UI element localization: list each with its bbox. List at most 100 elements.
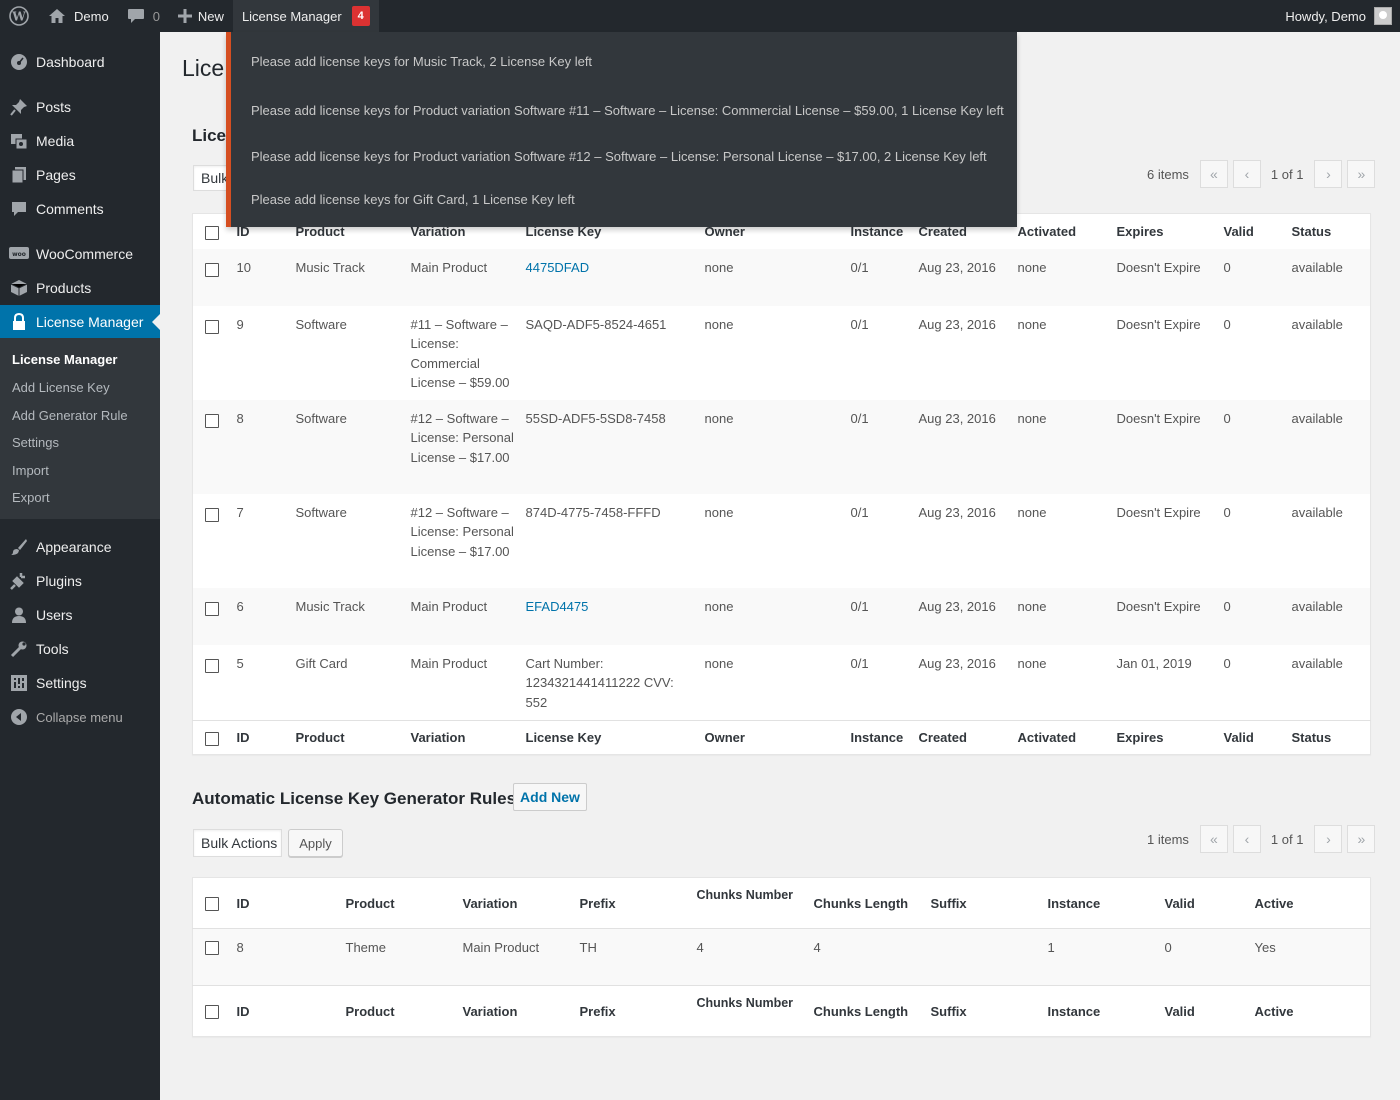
page-indicator: 1 of 1 [1270,831,1304,847]
new-content-link[interactable]: New [169,0,233,32]
bulk-actions-select[interactable]: Bulk Actions [193,829,282,857]
license-manager-menu[interactable]: License Manager 4 [232,0,379,32]
first-page-button[interactable]: « [1199,160,1228,188]
select-all-checkbox[interactable] [205,732,219,746]
license-instance: 0/1 [850,587,919,645]
row-checkbox[interactable] [205,658,219,673]
row-checkbox[interactable] [205,601,219,616]
column-header-chunks-number[interactable]: Chunks Number [697,878,814,929]
column-header-valid[interactable]: Valid [1224,214,1292,249]
column-footer-chunks-number[interactable]: Chunks Number [697,986,814,1037]
next-page-button[interactable]: › [1314,160,1343,188]
column-header-activated[interactable]: Activated [1018,214,1117,249]
site-name: Demo [74,8,109,24]
column-header-suffix[interactable]: Suffix [931,878,1048,929]
column-header-status[interactable]: Status [1292,214,1371,249]
column-footer-license-key[interactable]: License Key [526,721,705,755]
notice-item[interactable]: Please add license keys for Product vari… [251,103,1004,118]
add-new-button[interactable]: Add New [513,783,587,811]
row-checkbox[interactable] [205,319,219,334]
column-header-variation[interactable]: Variation [463,878,580,929]
column-footer-prefix[interactable]: Prefix [580,986,697,1037]
sidebar-item-products[interactable]: Products [0,271,160,305]
column-footer-active[interactable]: Active [1255,986,1371,1037]
column-footer-id[interactable]: ID [229,986,346,1037]
license-id: 9 [236,316,244,332]
column-footer-activated[interactable]: Activated [1018,721,1117,755]
row-checkbox[interactable] [205,413,219,428]
sidebar-item-posts[interactable]: Posts [0,90,160,124]
column-footer-variation[interactable]: Variation [411,721,526,755]
items-count: 1 items [1147,831,1189,847]
last-page-button[interactable]: » [1347,825,1376,853]
license-variation: #12 – Software – License: Personal Licen… [410,504,514,559]
column-footer-product[interactable]: Product [346,986,463,1037]
submenu-add-license-key[interactable]: Add License Key [12,380,110,395]
column-footer-suffix[interactable]: Suffix [931,986,1048,1037]
column-footer-valid[interactable]: Valid [1165,986,1255,1037]
sidebar-item-dashboard[interactable]: Dashboard [0,45,160,79]
column-header-instance[interactable]: Instance [1048,878,1165,929]
prev-page-button[interactable]: ‹ [1232,160,1261,188]
sidebar-item-users[interactable]: Users [0,598,160,632]
sidebar-item-woocommerce[interactable]: woo WooCommerce [0,237,160,271]
column-footer-status[interactable]: Status [1292,721,1371,755]
column-header-prefix[interactable]: Prefix [580,878,697,929]
notice-item[interactable]: Please add license keys for Music Track,… [251,54,592,69]
sidebar-item-pages[interactable]: Pages [0,158,160,192]
prev-page-button[interactable]: ‹ [1232,825,1261,853]
items-count: 6 items [1147,166,1189,182]
column-footer-id[interactable]: ID [229,721,296,755]
column-footer-created[interactable]: Created [919,721,1018,755]
column-header-active[interactable]: Active [1255,878,1371,929]
sidebar-item-plugins[interactable]: Plugins [0,564,160,598]
sidebar-item-tools[interactable]: Tools [0,632,160,666]
first-page-button[interactable]: « [1199,825,1228,853]
my-account-link[interactable]: Howdy, Demo [1276,0,1400,32]
license-key-cell: 4475DFAD [525,248,705,306]
select-all-checkbox[interactable] [205,1004,219,1019]
license-created: Aug 23, 2016 [918,655,996,671]
notice-item[interactable]: Please add license keys for Product vari… [251,149,987,164]
submenu-license-manager[interactable]: License Manager [12,352,118,367]
submenu-add-generator-rule[interactable]: Add Generator Rule [12,408,128,423]
apply-button[interactable]: Apply [288,829,343,857]
column-footer-chunks-length[interactable]: Chunks Length [814,986,931,1037]
column-footer-instance[interactable]: Instance [1048,986,1165,1037]
column-footer-expires[interactable]: Expires [1117,721,1224,755]
select-all-checkbox[interactable] [205,225,219,240]
row-checkbox[interactable] [205,262,219,277]
sidebar-item-appearance[interactable]: Appearance [0,530,160,564]
comments-link[interactable]: 0 [118,0,169,32]
column-header-expires[interactable]: Expires [1117,214,1224,249]
submenu-export[interactable]: Export [12,490,50,505]
column-header-chunks-length[interactable]: Chunks Length [814,878,931,929]
column-footer-instance[interactable]: Instance [851,721,919,755]
column-footer-variation[interactable]: Variation [463,986,580,1037]
select-all-checkbox[interactable] [205,896,219,911]
collapse-menu-button[interactable]: Collapse menu [0,700,160,734]
sidebar-item-media[interactable]: Media [0,124,160,158]
submenu-settings[interactable]: Settings [12,435,59,450]
next-page-button[interactable]: › [1314,825,1343,853]
license-status: available [1291,655,1343,671]
sidebar-item-settings[interactable]: Settings [0,666,160,700]
column-footer-owner[interactable]: Owner [705,721,851,755]
wordpress-logo-icon[interactable]: W [0,0,39,32]
column-header-product[interactable]: Product [346,878,463,929]
license-key-link[interactable]: 4475DFAD [526,260,590,275]
row-checkbox[interactable] [205,941,219,955]
column-header-valid[interactable]: Valid [1165,878,1255,929]
column-footer-product[interactable]: Product [296,721,411,755]
row-checkbox[interactable] [205,507,219,522]
column-header-id[interactable]: ID [229,878,346,929]
last-page-button[interactable]: » [1347,160,1376,188]
sidebar-item-comments[interactable]: Comments [0,192,160,226]
site-name-link[interactable]: Demo [39,0,118,32]
license-key-link[interactable]: EFAD4475 [526,599,589,614]
submenu-import[interactable]: Import [12,463,49,478]
sidebar-item-license-manager[interactable]: License Manager [0,305,160,339]
column-footer-valid[interactable]: Valid [1224,721,1292,755]
notice-item[interactable]: Please add license keys for Gift Card, 1… [251,192,575,207]
rule-instance: 1 [1047,928,1165,986]
